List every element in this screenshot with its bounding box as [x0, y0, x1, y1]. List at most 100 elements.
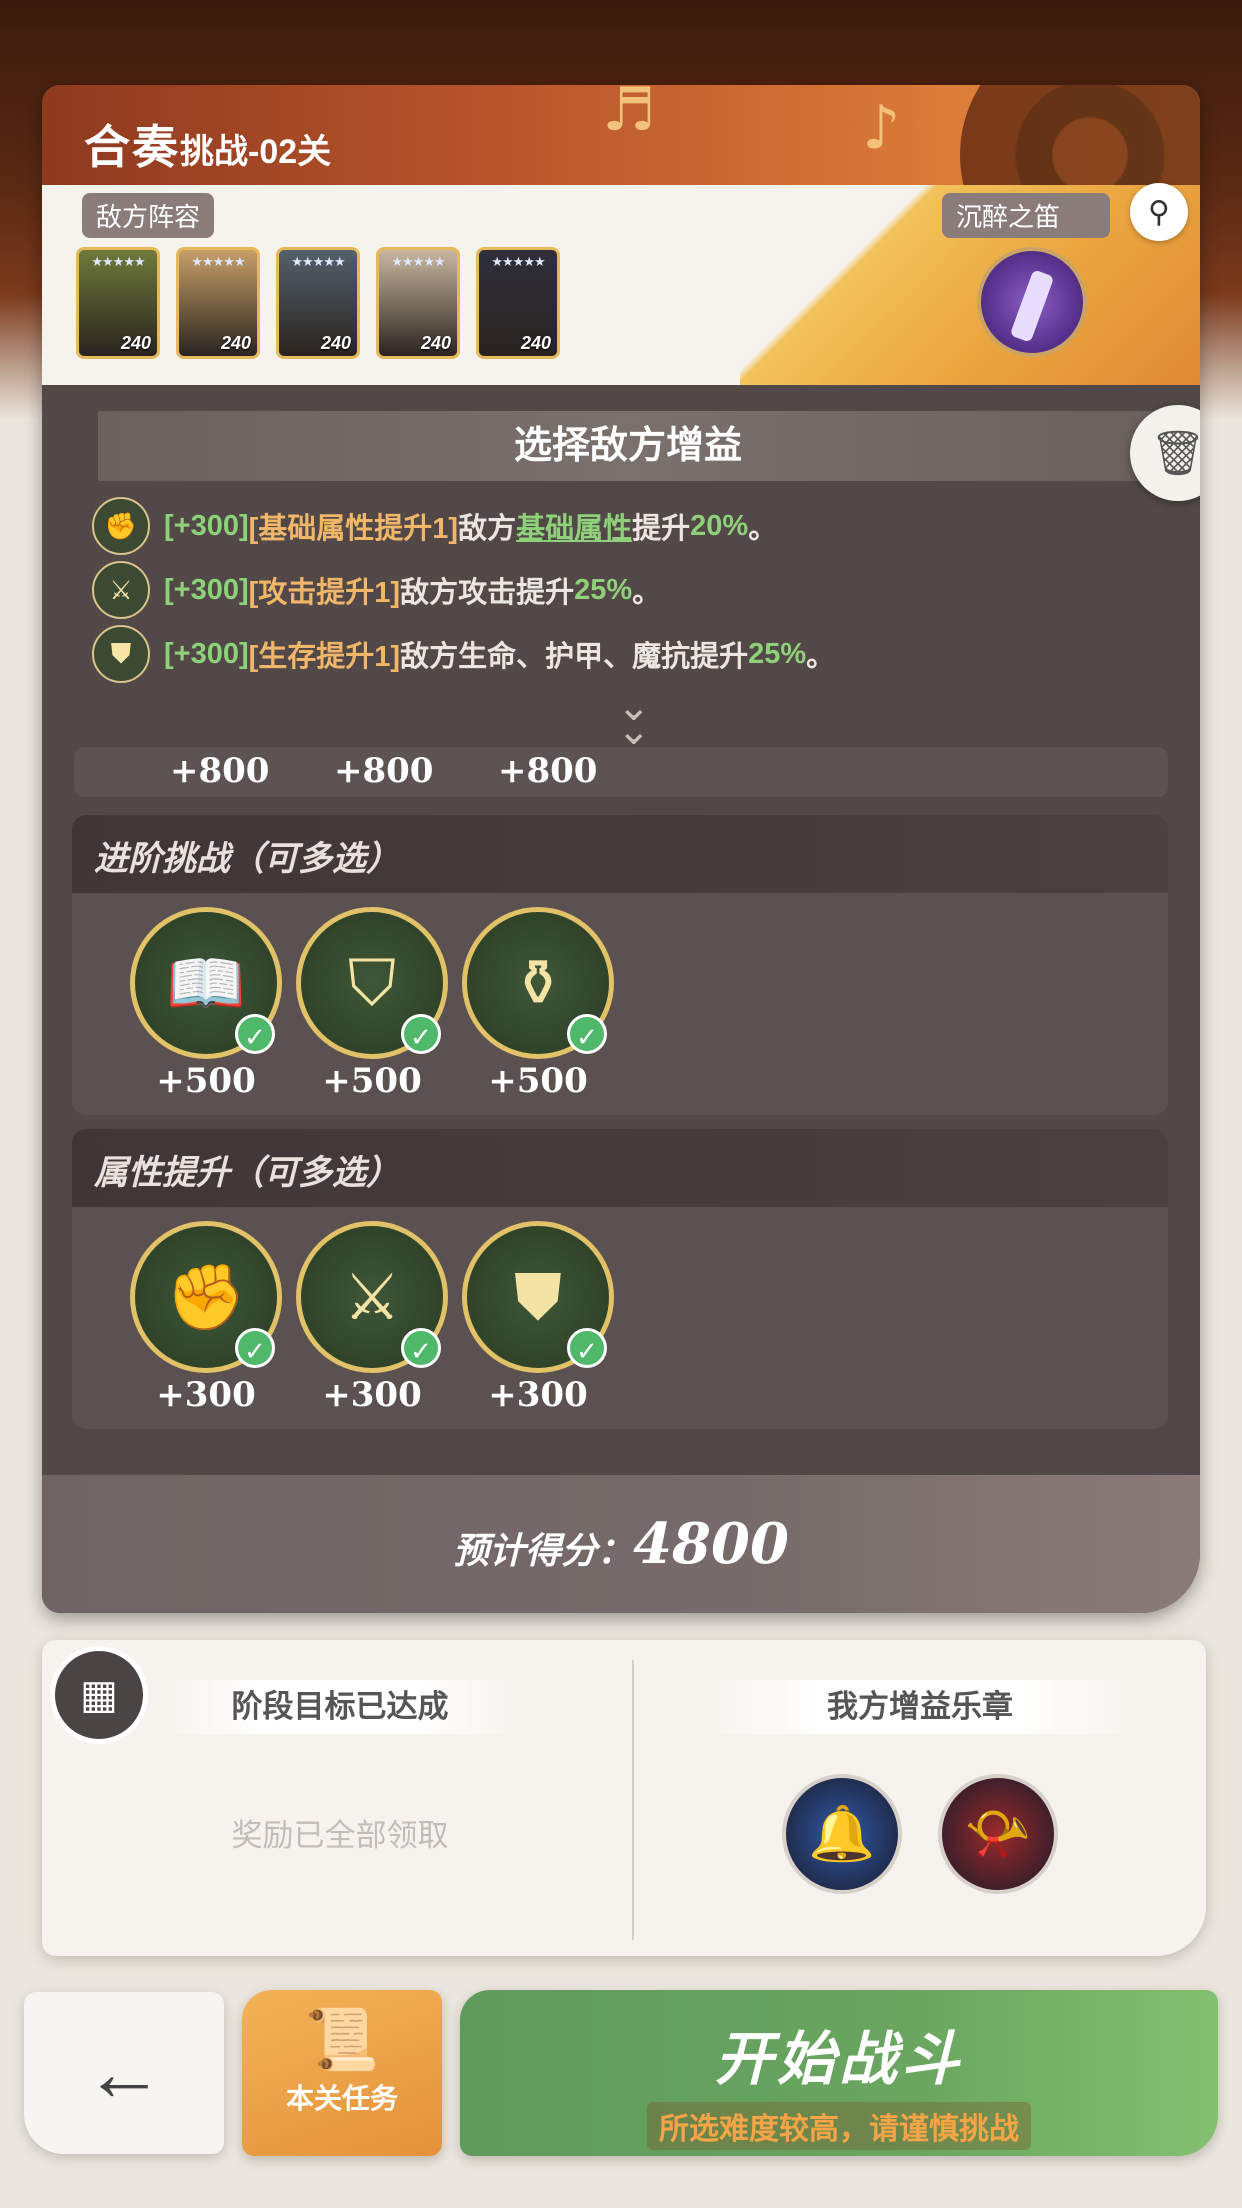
- enemy-hero-avatar[interactable]: ★★★★★ 240: [276, 247, 360, 359]
- enemy-buff-row: ✊ [+300] [基础属性提升1] 敌方 基础属性 提升 20%。: [92, 497, 777, 555]
- shield-icon: ⛊: [92, 625, 150, 683]
- shield-up-icon: ⛉ ✓: [296, 907, 448, 1059]
- option-glyph: ✊: [166, 1260, 246, 1333]
- flute-shape: [1009, 269, 1055, 343]
- hero-stars: ★★★★★: [91, 254, 145, 269]
- check-icon: ✓: [401, 1328, 441, 1368]
- hero-stars: ★★★★★: [191, 254, 245, 269]
- option-score: +300: [156, 1375, 256, 1415]
- sword-icon: ⚔: [92, 561, 150, 619]
- buff-value: 25%: [748, 637, 807, 670]
- sword-icon: ⚔ ✓: [296, 1221, 448, 1373]
- estimated-score: 预计得分：4800: [453, 1511, 789, 1577]
- divider: [632, 1660, 634, 1940]
- attribute-boost-group: 属性提升（可多选） ✊ ✓ +300 ⚔ ✓ +300 ⛊ ✓ +300: [72, 1129, 1168, 1429]
- buff-name: [攻击提升1]: [248, 577, 401, 609]
- potion-icon: ⚱ ✓: [462, 907, 614, 1059]
- horn-icon: 📯: [964, 1803, 1032, 1864]
- option-shield-up[interactable]: ⛉ ✓ +500: [296, 907, 448, 1101]
- estimate-bar: 预计得分：4800: [42, 1475, 1200, 1613]
- horn-song-icon[interactable]: 📯: [938, 1774, 1058, 1894]
- buff-name: [基础属性提升1]: [248, 513, 459, 545]
- difficulty-warning: 所选难度较高，请谨慎挑战: [647, 2102, 1031, 2150]
- start-battle-label: 开始战斗: [714, 2027, 963, 2092]
- option-score: +300: [322, 1375, 422, 1415]
- hero-level: 240: [320, 333, 351, 353]
- buff-value: 20%: [690, 509, 749, 542]
- expand-chevron-icon[interactable]: ⌄ ⌄: [617, 687, 651, 751]
- buff-name: [生存提升1]: [248, 641, 401, 673]
- option-glyph: ⛊: [514, 1260, 562, 1333]
- option-glyph: ⛉: [348, 946, 396, 1019]
- stage-task-button[interactable]: 📜 本关任务: [242, 1990, 442, 2156]
- option-book[interactable]: 📖 ✓ +500: [130, 907, 282, 1101]
- option-glyph: ⚔: [343, 1260, 401, 1333]
- rewards-claimed-text: 奖励已全部领取: [231, 1818, 449, 1853]
- music-note-icon: ♬: [602, 85, 656, 145]
- enemy-hero-avatar[interactable]: ★★★★★ 240: [476, 247, 560, 359]
- challenge-panel: ♬ ♪ 合奏挑战-02关 敌方阵容 沉醉之笛 ⚲ ★★★★★ 240 ★★★★★ 24…: [42, 85, 1200, 1613]
- flute-artifact-icon[interactable]: [977, 247, 1087, 357]
- enemy-hero-avatar[interactable]: ★★★★★ 240: [76, 247, 160, 359]
- muscle-icon: ✊ ✓: [130, 1221, 282, 1373]
- music-note-icon: ♪: [862, 93, 901, 163]
- panel-header: ♬ ♪ 合奏挑战-02关: [42, 85, 1200, 285]
- option-glyph: 📖: [166, 946, 246, 1019]
- chest-icon: ▦: [80, 1673, 118, 1717]
- enemy-buff-row: ⛊ [+300] [生存提升1] 敌方生命、护甲、魔抗提升 25%。: [92, 625, 835, 683]
- back-button[interactable]: ←: [24, 1992, 224, 2154]
- option-score: +300: [488, 1375, 588, 1415]
- hero-level: 240: [420, 333, 451, 353]
- buff-points: [+300]: [164, 509, 249, 542]
- enemy-heroes: ★★★★★ 240 ★★★★★ 240 ★★★★★ 240 ★★★★★ 240 ★★★★★ 240: [76, 247, 560, 359]
- option-sword[interactable]: ⚔ ✓ +300: [296, 1221, 448, 1415]
- option-score: +500: [156, 1061, 256, 1101]
- enemy-buff-row: ⚔ [+300] [攻击提升1] 敌方攻击提升 25%。: [92, 561, 661, 619]
- back-arrow-icon: ←: [84, 2028, 164, 2117]
- group-title: 属性提升（可多选）: [94, 1154, 400, 1192]
- hero-level: 240: [120, 333, 151, 353]
- option-glyph: ⚱: [511, 946, 565, 1019]
- hidden-row-scores: +800 +800 +800: [74, 747, 1168, 797]
- our-buff-title: 我方增益乐章: [690, 1680, 1150, 1734]
- bell-song-icon[interactable]: 🔔: [782, 1774, 902, 1894]
- buff-end: 。: [632, 577, 662, 609]
- buff-end: 。: [748, 513, 778, 545]
- option-shield[interactable]: ⛊ ✓ +300: [462, 1221, 614, 1415]
- enemy-hero-avatar[interactable]: ★★★★★ 240: [176, 247, 260, 359]
- stage-title: 合奏挑战-02关: [84, 121, 332, 173]
- option-potion[interactable]: ⚱ ✓ +500: [462, 907, 614, 1101]
- muscle-icon: ✊: [92, 497, 150, 555]
- magnifier-icon: ⚲: [1148, 195, 1170, 229]
- chest-button[interactable]: ▦: [50, 1646, 148, 1744]
- buff-text1: 敌方攻击提升: [400, 577, 575, 609]
- select-enemy-buff-title: 选择敌方增益: [98, 411, 1158, 481]
- shield-icon: ⛊ ✓: [462, 1221, 614, 1373]
- bell-icon: 🔔: [808, 1803, 876, 1864]
- hero-stars: ★★★★★: [391, 254, 445, 269]
- buff-points: [+300]: [164, 637, 249, 670]
- stage-task-label: 本关任务: [285, 2083, 398, 2114]
- buff-text1: 敌方生命、护甲、魔抗提升: [400, 641, 749, 673]
- hero-stars: ★★★★★: [491, 254, 545, 269]
- artifact-tag: 沉醉之笛: [942, 193, 1111, 238]
- buff-text1: 敌方: [458, 513, 517, 545]
- check-icon: ✓: [567, 1328, 607, 1368]
- book-icon: 📖 ✓: [130, 907, 282, 1059]
- search-button[interactable]: ⚲: [1130, 183, 1188, 241]
- option-muscle[interactable]: ✊ ✓ +300: [130, 1221, 282, 1415]
- buff-end: 。: [806, 641, 836, 673]
- enemy-lineup-tag: 敌方阵容: [82, 193, 215, 238]
- enemy-hero-avatar[interactable]: ★★★★★ 240: [376, 247, 460, 359]
- stage-goal-title: 阶段目标已达成: [150, 1680, 530, 1734]
- group-title: 进阶挑战（可多选）: [94, 840, 400, 878]
- start-battle-button[interactable]: 开始战斗 所选难度较高，请谨慎挑战: [460, 1990, 1218, 2156]
- option-score: +500: [322, 1061, 422, 1101]
- scroll-music-icon: 📜: [304, 2006, 380, 2073]
- check-icon: ✓: [567, 1014, 607, 1054]
- option-score: +500: [488, 1061, 588, 1101]
- hero-level: 240: [220, 333, 251, 353]
- check-icon: ✓: [401, 1014, 441, 1054]
- buff-text2: 提升: [632, 513, 691, 545]
- check-icon: ✓: [235, 1014, 275, 1054]
